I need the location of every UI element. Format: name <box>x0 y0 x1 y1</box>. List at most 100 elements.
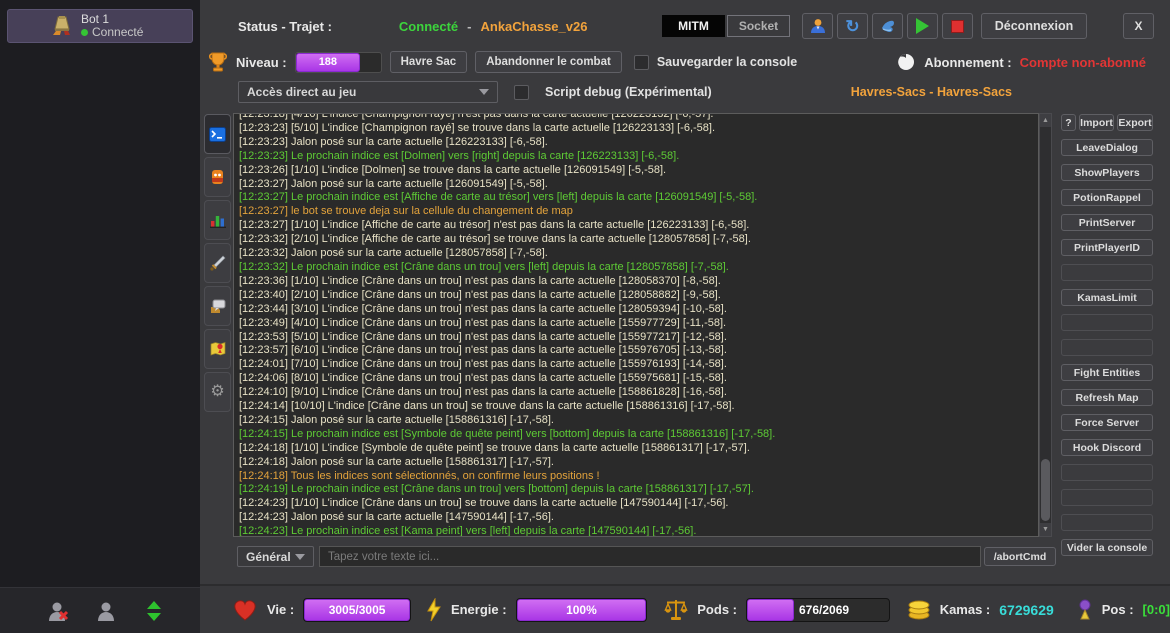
character-icon <box>210 169 225 185</box>
side-button-empty[interactable] <box>1061 314 1153 331</box>
kamas-coins-icon <box>907 600 931 620</box>
havres-sacs-path: Havres-Sacs - Havres-Sacs <box>851 85 1012 99</box>
subscription-label: Abonnement : <box>924 55 1011 70</box>
side-button-fight-entities[interactable]: Fight Entities <box>1061 364 1153 381</box>
console-line: [12:24:15] Le prochain indice est [Symbo… <box>239 428 1033 442</box>
start-script-button[interactable] <box>907 13 938 39</box>
save-console-checkbox[interactable] <box>634 55 649 70</box>
import-button[interactable]: Import <box>1079 114 1114 131</box>
scroll-down-icon[interactable]: ▼ <box>1040 523 1051 536</box>
console-line: [12:23:27] Jalon posé sur la carte actue… <box>239 178 1033 192</box>
console-line: [12:24:18] Tous les indices sont sélecti… <box>239 470 1033 484</box>
vie-bar: 3005/3005 <box>303 598 411 622</box>
side-button-hook-discord[interactable]: Hook Discord <box>1061 439 1153 456</box>
game-access-value: Accès direct au jeu <box>247 85 356 99</box>
side-button-empty[interactable] <box>1061 464 1153 481</box>
side-button-refresh-map[interactable]: Refresh Map <box>1061 389 1153 406</box>
pods-bar: 676/2069 <box>746 598 890 622</box>
side-panel: ? Import Export LeaveDialog ShowPlayers Po… <box>1061 114 1153 564</box>
character-status-bar: Vie : 3005/3005 Energie : 100% Pods : 67… <box>200 584 1170 633</box>
console-line: [12:23:23] Le prochain indice est [Dolme… <box>239 150 1033 164</box>
chat-channel-dropdown[interactable]: Général <box>237 546 314 567</box>
hand-icon <box>879 17 897 35</box>
account-button[interactable] <box>802 13 833 39</box>
tab-map[interactable] <box>204 329 231 369</box>
subscription-icon <box>896 52 916 72</box>
health-heart-icon <box>232 598 258 622</box>
side-button-vider-la-console[interactable]: Vider la console <box>1061 539 1153 556</box>
side-button-printplayerid[interactable]: PrintPlayerID <box>1061 239 1153 256</box>
stop-icon <box>951 20 964 33</box>
side-button-empty[interactable] <box>1061 264 1153 281</box>
console-line: [12:23:40] [2/10] L'indice [Crâne dans u… <box>239 289 1033 303</box>
game-access-dropdown[interactable]: Accès direct au jeu <box>238 81 498 103</box>
vie-label: Vie : <box>267 602 294 617</box>
console-tabs: ⚙ <box>204 114 231 412</box>
connection-status: Connecté <box>399 19 458 34</box>
bot-avatar-icon <box>50 14 74 38</box>
script-debug-checkbox[interactable] <box>514 85 529 100</box>
level-bar-fill: 188 <box>296 53 361 72</box>
console-panel[interactable]: [12:23:18] [4/10] L'indice [Champignon r… <box>233 113 1039 537</box>
havre-sac-button[interactable]: Havre Sac <box>390 51 468 73</box>
close-window-button[interactable]: X <box>1123 13 1154 39</box>
abandon-fight-button[interactable]: Abandonner le combat <box>475 51 622 73</box>
scroll-up-icon[interactable]: ▲ <box>1040 114 1051 127</box>
reorder-bots-button[interactable] <box>142 599 166 623</box>
level-row: Niveau : 188 Havre Sac Abandonner le com… <box>200 50 1170 74</box>
remove-bot-button[interactable] <box>46 599 70 623</box>
save-console-label: Sauvegarder la console <box>657 55 797 69</box>
pods-label: Pods : <box>697 602 737 617</box>
energie-label: Energie : <box>451 602 507 617</box>
console-line: [12:23:49] [4/10] L'indice [Crâne dans u… <box>239 317 1033 331</box>
console-line: [12:23:27] [1/10] L'indice [Affiche de c… <box>239 219 1033 233</box>
tab-fight[interactable] <box>204 243 231 283</box>
export-button[interactable]: Export <box>1117 114 1153 131</box>
console-line: [12:24:18] Jalon posé sur la carte actue… <box>239 456 1033 470</box>
bot-list-item[interactable]: Bot 1 Connecté <box>7 9 193 43</box>
side-button-printserver[interactable]: PrintServer <box>1061 214 1153 231</box>
console-line: [12:23:27] Le prochain indice est [Affic… <box>239 191 1033 205</box>
disconnect-button[interactable]: Déconnexion <box>981 13 1087 39</box>
console-line: [12:23:26] [1/10] L'indice [Dolmen] se t… <box>239 164 1033 178</box>
side-button-leavedialog[interactable]: LeaveDialog <box>1061 139 1153 156</box>
tab-character[interactable] <box>204 157 231 197</box>
console-line: [12:24:10] [9/10] L'indice [Crâne dans u… <box>239 386 1033 400</box>
side-button-empty[interactable] <box>1061 339 1153 356</box>
console-line: [12:24:19] Le prochain indice est [Crâne… <box>239 483 1033 497</box>
side-button-empty[interactable] <box>1061 489 1153 506</box>
character-action-button[interactable] <box>872 13 903 39</box>
side-button-showplayers[interactable]: ShowPlayers <box>1061 164 1153 181</box>
scrollbar-thumb[interactable] <box>1041 459 1050 521</box>
bot-app-window: Bot 1 Connecté <box>0 0 1170 633</box>
tab-console[interactable] <box>204 114 231 154</box>
pods-scales-icon <box>664 598 688 622</box>
help-button[interactable]: ? <box>1061 114 1076 131</box>
console-line: [12:24:06] [8/10] L'indice [Crâne dans u… <box>239 372 1033 386</box>
side-button-empty[interactable] <box>1061 514 1153 531</box>
side-button-force-server[interactable]: Force Server <box>1061 414 1153 431</box>
socket-tab[interactable]: Socket <box>727 15 790 37</box>
subscription-group: Abonnement : Compte non-abonné <box>896 52 1146 72</box>
tab-chat[interactable] <box>204 286 231 326</box>
gear-icon: ⚙ <box>210 384 224 400</box>
console-log: [12:23:18] [4/10] L'indice [Champignon r… <box>239 113 1033 537</box>
console-line: [12:23:32] Jalon posé sur la carte actue… <box>239 247 1033 261</box>
mitm-tab[interactable]: MITM <box>662 15 725 37</box>
pos-label: Pos : <box>1102 602 1134 617</box>
terminal-icon <box>209 127 226 142</box>
abort-command-button[interactable]: /abortCmd <box>984 547 1056 566</box>
tab-stats[interactable] <box>204 200 231 240</box>
reconnect-button[interactable]: ↻ <box>837 13 868 39</box>
add-bot-button[interactable] <box>94 599 118 623</box>
console-scrollbar[interactable]: ▲ ▼ <box>1039 113 1052 537</box>
side-button-kamaslimit[interactable]: KamasLimit <box>1061 289 1153 306</box>
chat-message-input[interactable] <box>319 546 981 567</box>
sword-icon <box>210 255 226 271</box>
subscription-value: Compte non-abonné <box>1020 55 1146 70</box>
chat-icon <box>209 299 226 314</box>
kamas-label: Kamas : <box>940 602 991 617</box>
stop-script-button[interactable] <box>942 13 973 39</box>
side-button-potionrappel[interactable]: PotionRappel <box>1061 189 1153 206</box>
tab-settings[interactable]: ⚙ <box>204 372 231 412</box>
